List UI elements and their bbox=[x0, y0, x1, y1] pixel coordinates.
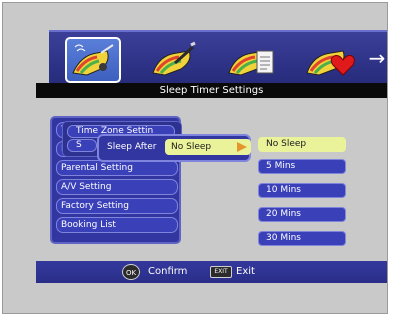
option-5-mins[interactable]: 5 Mins bbox=[258, 159, 346, 174]
document-icon[interactable] bbox=[223, 37, 279, 83]
ok-button-icon[interactable]: OK bbox=[122, 264, 140, 280]
menu-item-av-setting[interactable]: A/V Setting bbox=[56, 179, 178, 195]
sleep-after-value: No Sleep bbox=[171, 142, 212, 152]
submenu-item-sleep-timer[interactable]: S bbox=[67, 139, 97, 152]
sleep-after-popup: Sleep After No Sleep bbox=[97, 134, 251, 162]
option-20-mins[interactable]: 20 Mins bbox=[258, 207, 346, 222]
page-title: Sleep Timer Settings bbox=[36, 83, 387, 98]
option-10-mins[interactable]: 10 Mins bbox=[258, 183, 346, 198]
top-menu-bar: → bbox=[49, 30, 387, 88]
next-arrow-icon[interactable]: → bbox=[368, 46, 386, 70]
footer-bar: OK Confirm EXIT Exit bbox=[36, 261, 387, 283]
option-30-mins[interactable]: 30 Mins bbox=[258, 231, 346, 246]
exit-button-icon[interactable]: EXIT bbox=[210, 266, 232, 278]
screen-frame: → Sleep Timer Settings T L Parental Sett… bbox=[2, 2, 388, 314]
option-no-sleep[interactable]: No Sleep bbox=[258, 137, 346, 152]
favorites-heart-icon[interactable] bbox=[301, 37, 357, 83]
sleep-after-select[interactable]: No Sleep bbox=[165, 139, 251, 155]
channel-icon[interactable] bbox=[145, 37, 201, 83]
confirm-label: Confirm bbox=[148, 266, 188, 277]
arrow-right-icon bbox=[237, 142, 247, 152]
sleep-after-label: Sleep After bbox=[107, 142, 157, 152]
menu-item-factory-setting[interactable]: Factory Setting bbox=[56, 198, 178, 214]
system-settings-icon[interactable] bbox=[65, 37, 121, 83]
menu-item-booking-list[interactable]: Booking List bbox=[56, 217, 178, 233]
menu-item-parental-setting[interactable]: Parental Setting bbox=[56, 160, 178, 176]
exit-label: Exit bbox=[236, 266, 255, 277]
